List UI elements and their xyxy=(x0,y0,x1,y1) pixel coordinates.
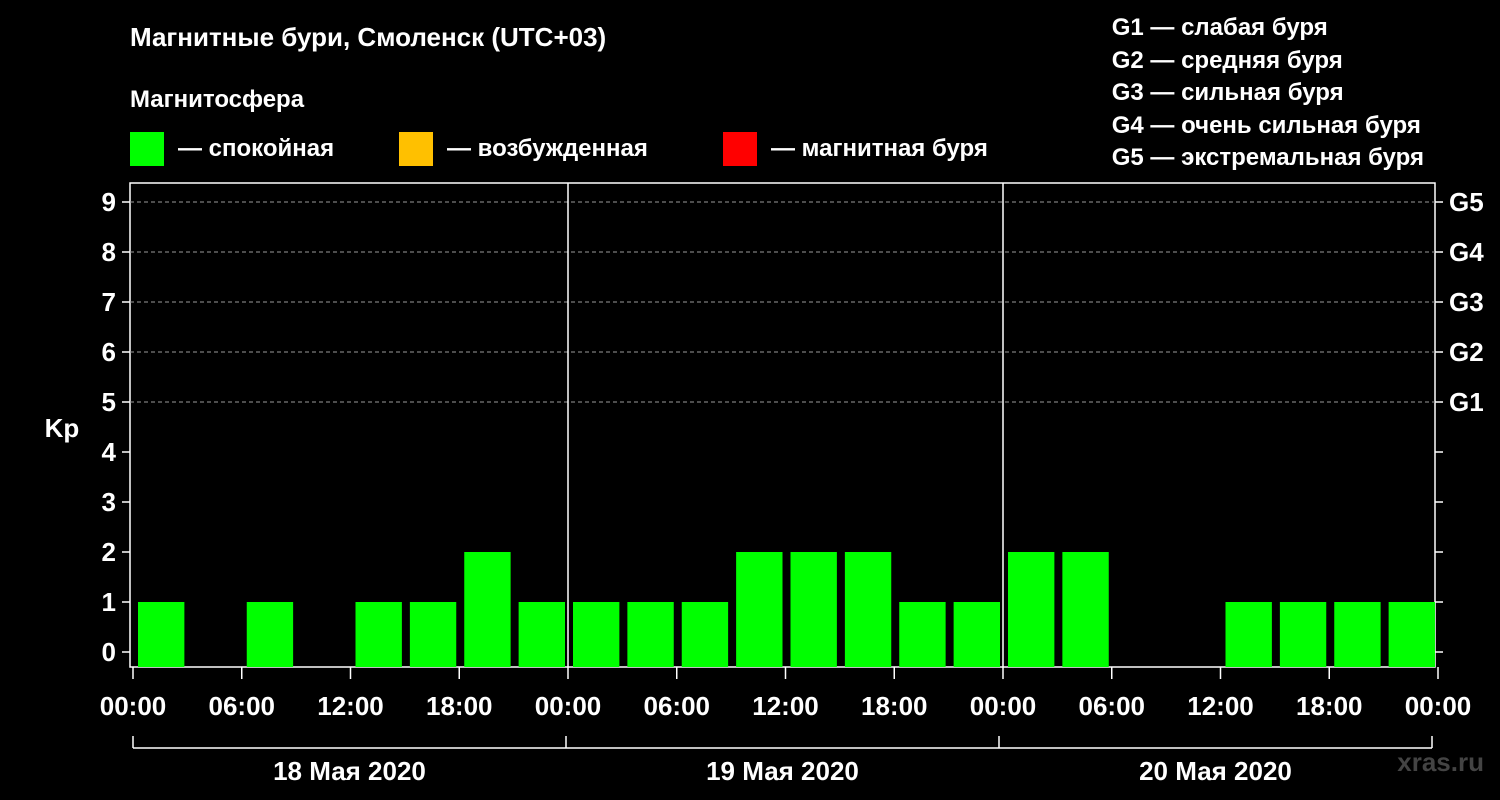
y-tick-label: 4 xyxy=(102,437,117,467)
g-level-label: G1 xyxy=(1449,387,1484,417)
kp-bar xyxy=(736,552,783,667)
y-tick-label: 8 xyxy=(102,237,116,267)
kp-chart: 0 1 2 3 4 5 6 7 8 9 G1 G2 G3 G4 G5 Kp 00:00 06:00 12:00 18:… xyxy=(45,182,1484,786)
g-level-label: G4 xyxy=(1449,237,1484,267)
kp-bar xyxy=(844,552,892,667)
y-tick-label: 9 xyxy=(102,187,116,217)
kp-bar xyxy=(246,602,294,667)
kp-bar xyxy=(681,602,729,667)
kp-bar xyxy=(355,602,402,667)
kp-bar xyxy=(1279,602,1327,667)
day-label: 18 Мая 2020 xyxy=(273,756,426,786)
x-tick-label: 00:00 xyxy=(1405,691,1472,721)
g-level-label: G3 xyxy=(1449,287,1484,317)
g-level-label: G2 xyxy=(1449,337,1484,367)
kp-bar xyxy=(573,602,620,667)
y-tick-label: 5 xyxy=(102,387,116,417)
x-tick-label: 18:00 xyxy=(1296,691,1363,721)
kp-bar xyxy=(409,602,457,667)
y-axis-label: Kp xyxy=(45,413,80,443)
x-tick-label: 12:00 xyxy=(317,691,384,721)
kp-bar xyxy=(138,602,185,667)
y-tick-label: 0 xyxy=(102,637,116,667)
y-tick-label: 6 xyxy=(102,337,116,367)
kp-bar xyxy=(1062,552,1109,667)
x-tick-label: 00:00 xyxy=(970,691,1037,721)
y-tick-label: 1 xyxy=(102,587,116,617)
kp-bar xyxy=(464,552,511,667)
kp-bar xyxy=(953,602,1000,667)
x-tick-label: 00:00 xyxy=(535,691,602,721)
x-tick-label: 06:00 xyxy=(209,691,276,721)
x-tick-label: 18:00 xyxy=(426,691,493,721)
y-tick-label: 7 xyxy=(102,287,116,317)
kp-bar xyxy=(518,602,565,667)
x-tick-label: 12:00 xyxy=(1187,691,1254,721)
y-tick-label: 2 xyxy=(102,537,116,567)
x-tick-label: 18:00 xyxy=(861,691,928,721)
day-label: 19 Мая 2020 xyxy=(706,756,859,786)
kp-bar xyxy=(1225,602,1272,667)
y-tick-label: 3 xyxy=(102,487,116,517)
x-tick-label: 12:00 xyxy=(752,691,819,721)
x-tick-label: 06:00 xyxy=(1079,691,1146,721)
x-tick-label: 00:00 xyxy=(100,691,167,721)
x-tick-label: 06:00 xyxy=(644,691,711,721)
watermark: xras.ru xyxy=(1397,747,1484,777)
kp-bar xyxy=(899,602,946,667)
kp-bar xyxy=(627,602,674,667)
kp-bar xyxy=(1334,602,1381,667)
kp-bar xyxy=(790,552,837,667)
kp-bar xyxy=(1008,552,1055,667)
kp-bar xyxy=(1388,602,1435,667)
g-level-label: G5 xyxy=(1449,187,1484,217)
day-label: 20 Мая 2020 xyxy=(1139,756,1292,786)
